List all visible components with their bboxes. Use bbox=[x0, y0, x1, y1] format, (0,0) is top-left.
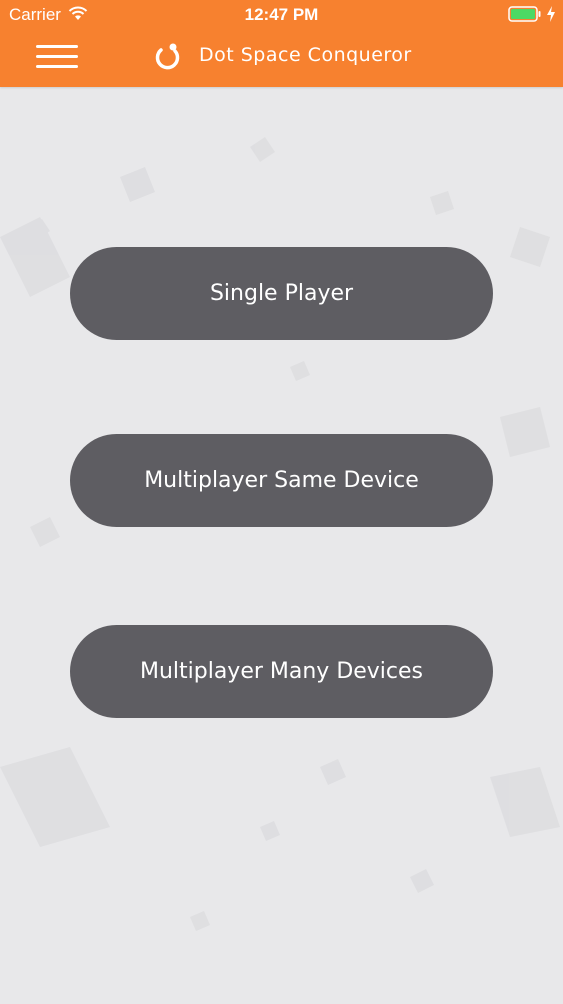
charging-bolt-icon bbox=[547, 6, 555, 22]
app-title: Dot Space Conqueror bbox=[199, 44, 412, 66]
multiplayer-same-device-button[interactable]: Multiplayer Same Device bbox=[70, 434, 493, 527]
multiplayer-many-devices-button[interactable]: Multiplayer Many Devices bbox=[70, 625, 493, 718]
single-player-button[interactable]: Single Player bbox=[70, 247, 493, 340]
status-bar: Carrier 12:47 PM bbox=[0, 0, 563, 30]
dot-logo-icon bbox=[155, 43, 180, 70]
app-header: Carrier 12:47 PM Dot Space Conqueror bbox=[0, 0, 563, 87]
background-pattern bbox=[0, 87, 563, 1004]
battery-icon bbox=[508, 6, 541, 22]
hamburger-menu-icon[interactable] bbox=[36, 43, 78, 71]
status-time: 12:47 PM bbox=[244, 5, 319, 24]
